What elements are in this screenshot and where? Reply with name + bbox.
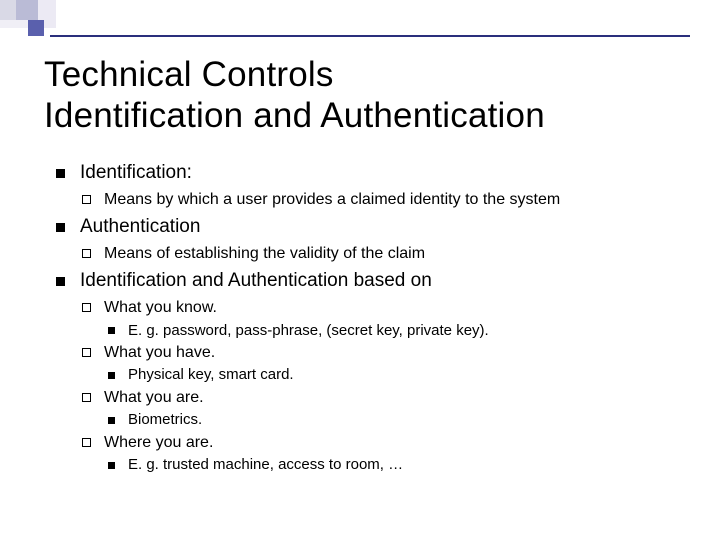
slide-body: Identification: Means by which a user pr… [56,156,690,477]
open-square-bullet-icon [82,249,91,258]
item-text: Physical key, smart card. [128,366,294,383]
title-line-1: Technical Controls [44,55,334,94]
decorative-block [16,0,38,20]
square-bullet-icon [56,277,65,286]
slide: Technical Controls Identification and Au… [0,0,720,540]
item-text: Means by which a user provides a claimed… [104,191,560,208]
title-underline [50,35,690,37]
item-text: What you have. [104,344,215,361]
decorative-block [28,20,44,36]
list-item: Physical key, smart card. [56,365,690,385]
open-square-bullet-icon [82,303,91,312]
list-item: Identification: [56,160,690,185]
item-text: Means of establishing the validity of th… [104,245,425,262]
open-square-bullet-icon [82,195,91,204]
list-item: What you know. [56,297,690,318]
decorative-block [44,20,56,28]
item-text: Identification and Authentication based … [80,270,432,291]
list-item: What you are. [56,387,690,408]
decorative-block [0,0,16,20]
item-text: E. g. password, pass-phrase, (secret key… [128,322,489,339]
open-square-bullet-icon [82,438,91,447]
square-bullet-icon [108,417,115,424]
list-item: Where you are. [56,432,690,453]
title-line-2: Identification and Authentication [44,96,545,135]
square-bullet-icon [56,169,65,178]
list-item: Identification and Authentication based … [56,268,690,293]
square-bullet-icon [56,223,65,232]
decorative-block [38,0,56,20]
item-text: Biometrics. [128,411,202,428]
item-text: Authentication [80,216,200,237]
list-item: Authentication [56,214,690,239]
item-text: What you know. [104,299,217,316]
square-bullet-icon [108,462,115,469]
list-item: Means of establishing the validity of th… [56,243,690,264]
list-item: Biometrics. [56,410,690,430]
item-text: What you are. [104,389,204,406]
list-item: What you have. [56,342,690,363]
list-item: E. g. trusted machine, access to room, … [56,455,690,475]
open-square-bullet-icon [82,348,91,357]
item-text: Identification: [80,162,192,183]
square-bullet-icon [108,327,115,334]
list-item: E. g. password, pass-phrase, (secret key… [56,321,690,341]
item-text: Where you are. [104,434,213,451]
decorative-block [0,20,28,28]
item-text: E. g. trusted machine, access to room, … [128,456,403,473]
open-square-bullet-icon [82,393,91,402]
slide-title: Technical Controls Identification and Au… [44,54,690,137]
square-bullet-icon [108,372,115,379]
list-item: Means by which a user provides a claimed… [56,189,690,210]
